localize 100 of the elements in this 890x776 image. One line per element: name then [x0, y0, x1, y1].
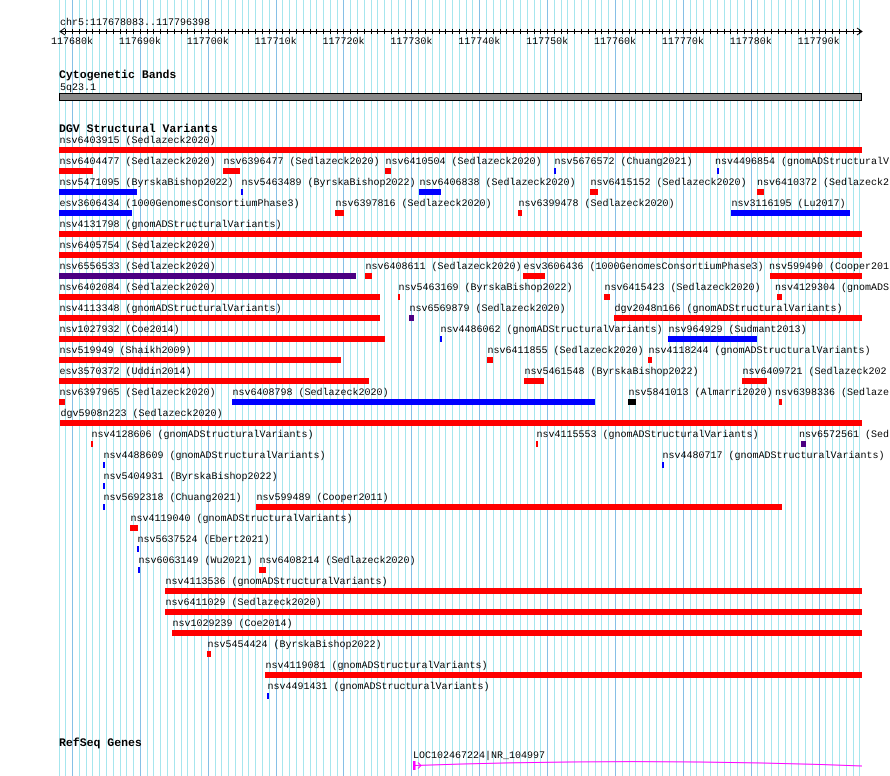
variant-label: nsv3116195 (Lu2017)	[732, 199, 846, 210]
gene-model[interactable]	[413, 761, 862, 770]
variant-label: esv3606436 (1000GenomesConsortiumPhase3)	[524, 262, 764, 273]
variant-bar[interactable]	[59, 210, 132, 216]
variant-bar[interactable]	[365, 273, 372, 279]
variant-label: nsv4131798 (gnomADStructuralVariants)	[60, 220, 282, 231]
variant-label: nsv5463169 (ByrskaBishop2022)	[398, 283, 573, 294]
variant-bar[interactable]	[59, 294, 380, 300]
track-title: Cytogenetic Bands	[59, 69, 176, 82]
track-title: DGV Structural Variants	[59, 123, 218, 136]
variant-bar[interactable]	[59, 357, 341, 363]
variant-bar[interactable]	[59, 147, 862, 153]
variant-label: nsv6403915 (Sedlazeck2020)	[60, 136, 216, 147]
variant-bar[interactable]	[419, 189, 441, 195]
variant-bar[interactable]	[172, 630, 862, 636]
variant-bar[interactable]	[223, 168, 240, 174]
variant-label: nsv6398336 (Sedlaze	[775, 388, 890, 399]
variant-label: nsv4128606 (gnomADStructuralVariants)	[92, 430, 314, 441]
variant-bar[interactable]	[259, 567, 266, 573]
tick-label: 117730k	[390, 37, 432, 48]
variant-label: nsv6408798 (Sedlazeck2020)	[232, 388, 389, 399]
variant-label: nsv5463489 (ByrskaBishop2022)	[242, 178, 416, 189]
variant-bar[interactable]	[232, 399, 595, 405]
variant-bar[interactable]	[59, 336, 385, 342]
variant-label: nsv5404931 (ByrskaBishop2022)	[104, 472, 278, 483]
variant-bar[interactable]	[668, 336, 757, 342]
variant-bar[interactable]	[60, 420, 862, 426]
variant-label: nsv4119040 (gnomADStructuralVariants)	[130, 514, 353, 525]
variant-bar[interactable]	[165, 588, 862, 594]
variant-label: nsv5454424 (ByrskaBishop2022)	[208, 640, 382, 651]
tick-label: 117710k	[254, 37, 297, 48]
cytoband-bar[interactable]	[59, 93, 862, 101]
variant-bar[interactable]	[757, 189, 764, 195]
variant-bar[interactable]	[385, 168, 391, 174]
variant-bar[interactable]	[59, 168, 93, 174]
variant-bar[interactable]	[409, 315, 414, 321]
variant-bar[interactable]	[604, 294, 610, 300]
variant-label: nsv6572561 (Sed	[799, 430, 890, 441]
variant-bar[interactable]	[742, 378, 767, 384]
variant-label: nsv6408214 (Sedlazeck2020)	[260, 556, 416, 567]
variant-label: nsv6405754 (Sedlazeck2020)	[60, 241, 216, 252]
variant-label: nsv6397816 (Sedlazeck2020)	[336, 199, 492, 210]
variant-bar[interactable]	[648, 357, 652, 363]
variant-bar[interactable]	[524, 378, 544, 384]
variant-bar[interactable]	[130, 525, 138, 531]
variant-bar[interactable]	[165, 609, 862, 615]
variant-label: nsv519949 (Shaikh2009)	[60, 346, 192, 357]
variant-bar[interactable]	[487, 357, 493, 363]
variant-bar[interactable]	[590, 189, 598, 195]
variant-label: nsv1029239 (Coe2014)	[172, 619, 293, 630]
variant-label: nsv1027932 (Coe2014)	[60, 325, 180, 336]
variant-bar[interactable]	[801, 441, 806, 447]
variant-label: dgv5908n223 (Sedlazeck2020)	[60, 409, 223, 420]
variant-bar[interactable]	[731, 210, 850, 216]
variant-label: nsv6415152 (Sedlazeck2020)	[590, 178, 747, 189]
variant-bar[interactable]	[59, 273, 356, 279]
variant-bar[interactable]	[59, 189, 137, 195]
tick-label: 117720k	[322, 37, 364, 48]
variant-bar[interactable]	[518, 210, 522, 216]
variant-label: nsv4119081 (gnomADStructuralVariants)	[266, 661, 488, 672]
variant-label: nsv6411855 (Sedlazeck2020)	[488, 346, 644, 357]
variant-bar[interactable]	[770, 273, 862, 279]
tick-label: 117780k	[730, 37, 772, 48]
position-label: chr5:117678083..117796398	[60, 18, 210, 29]
variant-label: nsv4496854 (gnomADStructuralV	[715, 157, 890, 168]
variant-bar[interactable]	[207, 651, 211, 657]
tick-label: 117770k	[662, 37, 704, 48]
variant-label: nsv6404477 (Sedlazeck2020)	[60, 157, 216, 168]
variant-bar[interactable]	[777, 294, 782, 300]
variant-label: nsv6569879 (Sedlazeck2020)	[410, 304, 566, 315]
variant-label: nsv6409721 (Sedlazeck202	[742, 367, 887, 378]
variant-bar[interactable]	[256, 504, 782, 510]
variant-label: nsv6408611 (Sedlazeck2020)	[366, 262, 522, 273]
variant-label: nsv5461548 (ByrskaBishop2022)	[524, 367, 699, 378]
tick-label: 117790k	[798, 37, 840, 48]
variant-label: nsv4480717 (gnomADStructuralVariants)	[662, 451, 885, 462]
variant-bar[interactable]	[614, 315, 862, 321]
variant-label: nsv4115553 (gnomADStructuralVariants)	[536, 430, 759, 441]
variant-bar[interactable]	[59, 378, 369, 384]
variant-label: nsv6556533 (Sedlazeck2020)	[60, 262, 216, 273]
variant-label: nsv4491431 (gnomADStructuralVariants)	[268, 682, 490, 693]
variant-bar[interactable]	[59, 252, 862, 258]
variant-bar[interactable]	[265, 672, 862, 678]
variant-label: nsv4118244 (gnomADStructuralVariants)	[648, 346, 871, 357]
variant-label: nsv6410504 (Sedlazeck2020)	[386, 157, 542, 168]
variant-bar[interactable]	[628, 399, 636, 405]
variant-label: nsv4488609 (gnomADStructuralVariants)	[104, 451, 326, 462]
variant-bar[interactable]	[59, 399, 65, 405]
variant-label: nsv4129304 (gnomADS	[775, 283, 890, 294]
variant-bar[interactable]	[523, 273, 545, 279]
variant-bar[interactable]	[335, 210, 344, 216]
variant-label: nsv5692318 (Chuang2021)	[104, 493, 242, 504]
variant-label: nsv6396477 (Sedlazeck2020)	[224, 157, 380, 168]
gene-label: LOC102467224|NR_104997	[413, 751, 546, 762]
variant-label: nsv6402084 (Sedlazeck2020)	[60, 283, 216, 294]
variant-bar[interactable]	[59, 231, 862, 237]
variant-bar[interactable]	[779, 399, 782, 405]
variant-bar[interactable]	[59, 315, 380, 321]
variant-label: nsv6410372 (Sedlazeck2	[757, 178, 890, 189]
tick-label: 117690k	[118, 37, 161, 48]
